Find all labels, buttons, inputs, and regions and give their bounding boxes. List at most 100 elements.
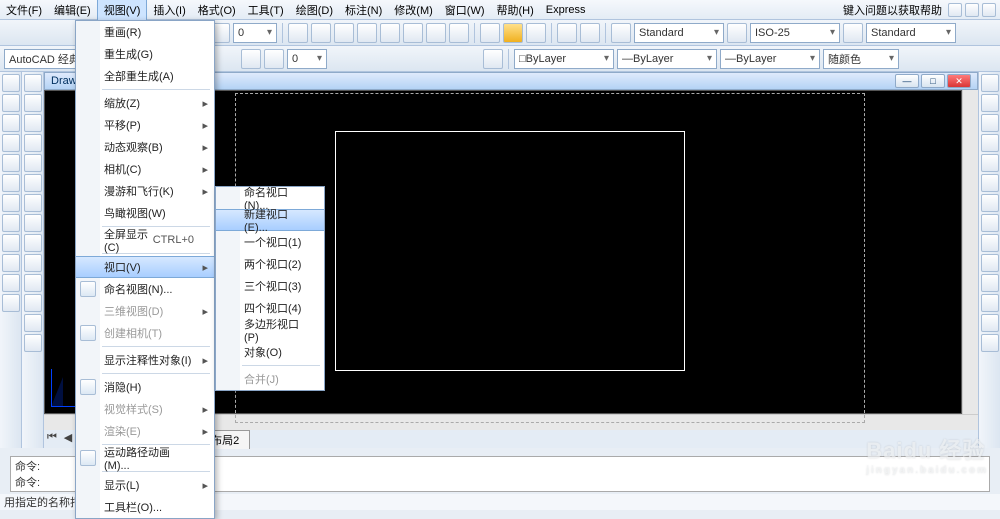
modify-b[interactable] <box>981 94 999 112</box>
color-combo[interactable]: □ ByLayer <box>514 49 614 69</box>
modify-d[interactable] <box>981 134 999 152</box>
modify-n[interactable] <box>981 334 999 352</box>
copy-tool[interactable] <box>24 94 42 112</box>
region-tool[interactable] <box>2 294 20 312</box>
tool-b[interactable] <box>311 23 331 43</box>
move-tool[interactable] <box>24 74 42 92</box>
explode-tool[interactable] <box>24 314 42 332</box>
menu-insert[interactable]: 插入(I) <box>147 0 191 20</box>
menu-item-0[interactable]: 重画(R) <box>76 21 214 43</box>
menu-item-6[interactable]: 多边形视口(P) <box>216 319 324 341</box>
menu-item-20[interactable]: 消隐(H) <box>76 376 214 398</box>
tool-k[interactable] <box>557 23 577 43</box>
menu-item-24[interactable]: 运动路径动画(M)... <box>76 447 214 469</box>
linetype-combo[interactable]: — ByLayer <box>617 49 717 69</box>
menu-item-4[interactable]: 缩放(Z) <box>76 92 214 114</box>
menu-dimension[interactable]: 标注(N) <box>339 0 388 20</box>
maximize-button[interactable]: □ <box>921 74 945 88</box>
tool-arrow[interactable] <box>503 23 523 43</box>
point-tool[interactable] <box>2 214 20 232</box>
modify-g[interactable] <box>981 194 999 212</box>
paste-icon[interactable] <box>483 49 503 69</box>
circle-tool[interactable] <box>2 114 20 132</box>
textstyle-icon[interactable] <box>611 23 631 43</box>
rect-tool[interactable] <box>2 154 20 172</box>
menu-item-9[interactable]: 鸟瞰视图(W) <box>76 202 214 224</box>
hatch-tool[interactable] <box>2 194 20 212</box>
dimstyle-combo[interactable]: ISO-25 <box>750 23 840 43</box>
menu-item-8[interactable]: 漫游和飞行(K) <box>76 180 214 202</box>
tool-f[interactable] <box>403 23 423 43</box>
menu-item-7[interactable]: 相机(C) <box>76 158 214 180</box>
menu-express[interactable]: Express <box>540 2 592 18</box>
menu-item-1[interactable]: 新建视口(E)... <box>216 209 324 231</box>
tablestyle-combo[interactable]: Standard <box>866 23 956 43</box>
menu-item-11[interactable]: 全屏显示(C)CTRL+0 <box>76 229 214 251</box>
menu-window[interactable]: 窗口(W) <box>439 0 491 20</box>
menu-item-5[interactable]: 平移(P) <box>76 114 214 136</box>
menu-draw[interactable]: 绘图(D) <box>290 0 339 20</box>
modify-j[interactable] <box>981 254 999 272</box>
erase-tool[interactable] <box>24 334 42 352</box>
tool-a[interactable] <box>288 23 308 43</box>
layer-manager-icon[interactable] <box>241 49 261 69</box>
modify-a[interactable] <box>981 74 999 92</box>
tool-l[interactable] <box>580 23 600 43</box>
menu-item-7[interactable]: 对象(O) <box>216 341 324 363</box>
modify-c[interactable] <box>981 114 999 132</box>
search-hint[interactable]: 键入问题以获取帮助 <box>837 0 948 20</box>
minimize-button[interactable]: — <box>895 74 919 88</box>
menu-help[interactable]: 帮助(H) <box>491 0 540 20</box>
text-tool[interactable] <box>2 274 20 292</box>
favorite-icon[interactable] <box>965 3 979 17</box>
tab-prev[interactable]: ◀ <box>60 431 76 447</box>
tool-c[interactable] <box>334 23 354 43</box>
help-icon[interactable] <box>982 3 996 17</box>
line-tool[interactable] <box>2 74 20 92</box>
polyline-tool[interactable] <box>2 94 20 112</box>
chamfer-tool[interactable] <box>24 254 42 272</box>
table-tool[interactable] <box>2 254 20 272</box>
menu-item-2[interactable]: 一个视口(1) <box>216 231 324 253</box>
layer-small[interactable]: 0 <box>287 49 327 69</box>
modify-i[interactable] <box>981 234 999 252</box>
tool-g[interactable] <box>426 23 446 43</box>
modify-h[interactable] <box>981 214 999 232</box>
stretch-tool[interactable] <box>24 294 42 312</box>
modify-k[interactable] <box>981 274 999 292</box>
vertical-scrollbar[interactable] <box>962 90 978 414</box>
menu-view[interactable]: 视图(V) <box>97 0 148 21</box>
tool-j[interactable] <box>526 23 546 43</box>
menu-item-26[interactable]: 显示(L) <box>76 474 214 496</box>
mirror-tool[interactable] <box>24 134 42 152</box>
array-tool[interactable] <box>24 174 42 192</box>
tool-i[interactable] <box>480 23 500 43</box>
extend-tool[interactable] <box>24 214 42 232</box>
menu-format[interactable]: 格式(O) <box>192 0 242 20</box>
layer-prev-icon[interactable] <box>264 49 284 69</box>
plotstyle-combo[interactable]: 随颜色 <box>823 49 899 69</box>
menu-file[interactable]: 文件(F) <box>0 0 48 20</box>
tool-h[interactable] <box>449 23 469 43</box>
rotate-tool[interactable] <box>24 114 42 132</box>
search-icon[interactable] <box>948 3 962 17</box>
lineweight-combo[interactable]: — ByLayer <box>720 49 820 69</box>
menu-item-14[interactable]: 命名视图(N)... <box>76 278 214 300</box>
tool-d[interactable] <box>357 23 377 43</box>
tablestyle-icon[interactable] <box>843 23 863 43</box>
menu-modify[interactable]: 修改(M) <box>388 0 439 20</box>
menu-item-6[interactable]: 动态观察(B) <box>76 136 214 158</box>
tab-first[interactable]: ⏮ <box>44 431 60 447</box>
trim-tool[interactable] <box>24 194 42 212</box>
arc-tool[interactable] <box>2 134 20 152</box>
fillet-tool[interactable] <box>24 234 42 252</box>
menu-tools[interactable]: 工具(T) <box>242 0 290 20</box>
menu-item-1[interactable]: 重生成(G) <box>76 43 214 65</box>
modify-m[interactable] <box>981 314 999 332</box>
menu-item-18[interactable]: 显示注释性对象(I) <box>76 349 214 371</box>
modify-l[interactable] <box>981 294 999 312</box>
menu-edit[interactable]: 编辑(E) <box>48 0 97 20</box>
offset-tool[interactable] <box>24 154 42 172</box>
close-button[interactable]: ✕ <box>947 74 971 88</box>
modify-e[interactable] <box>981 154 999 172</box>
